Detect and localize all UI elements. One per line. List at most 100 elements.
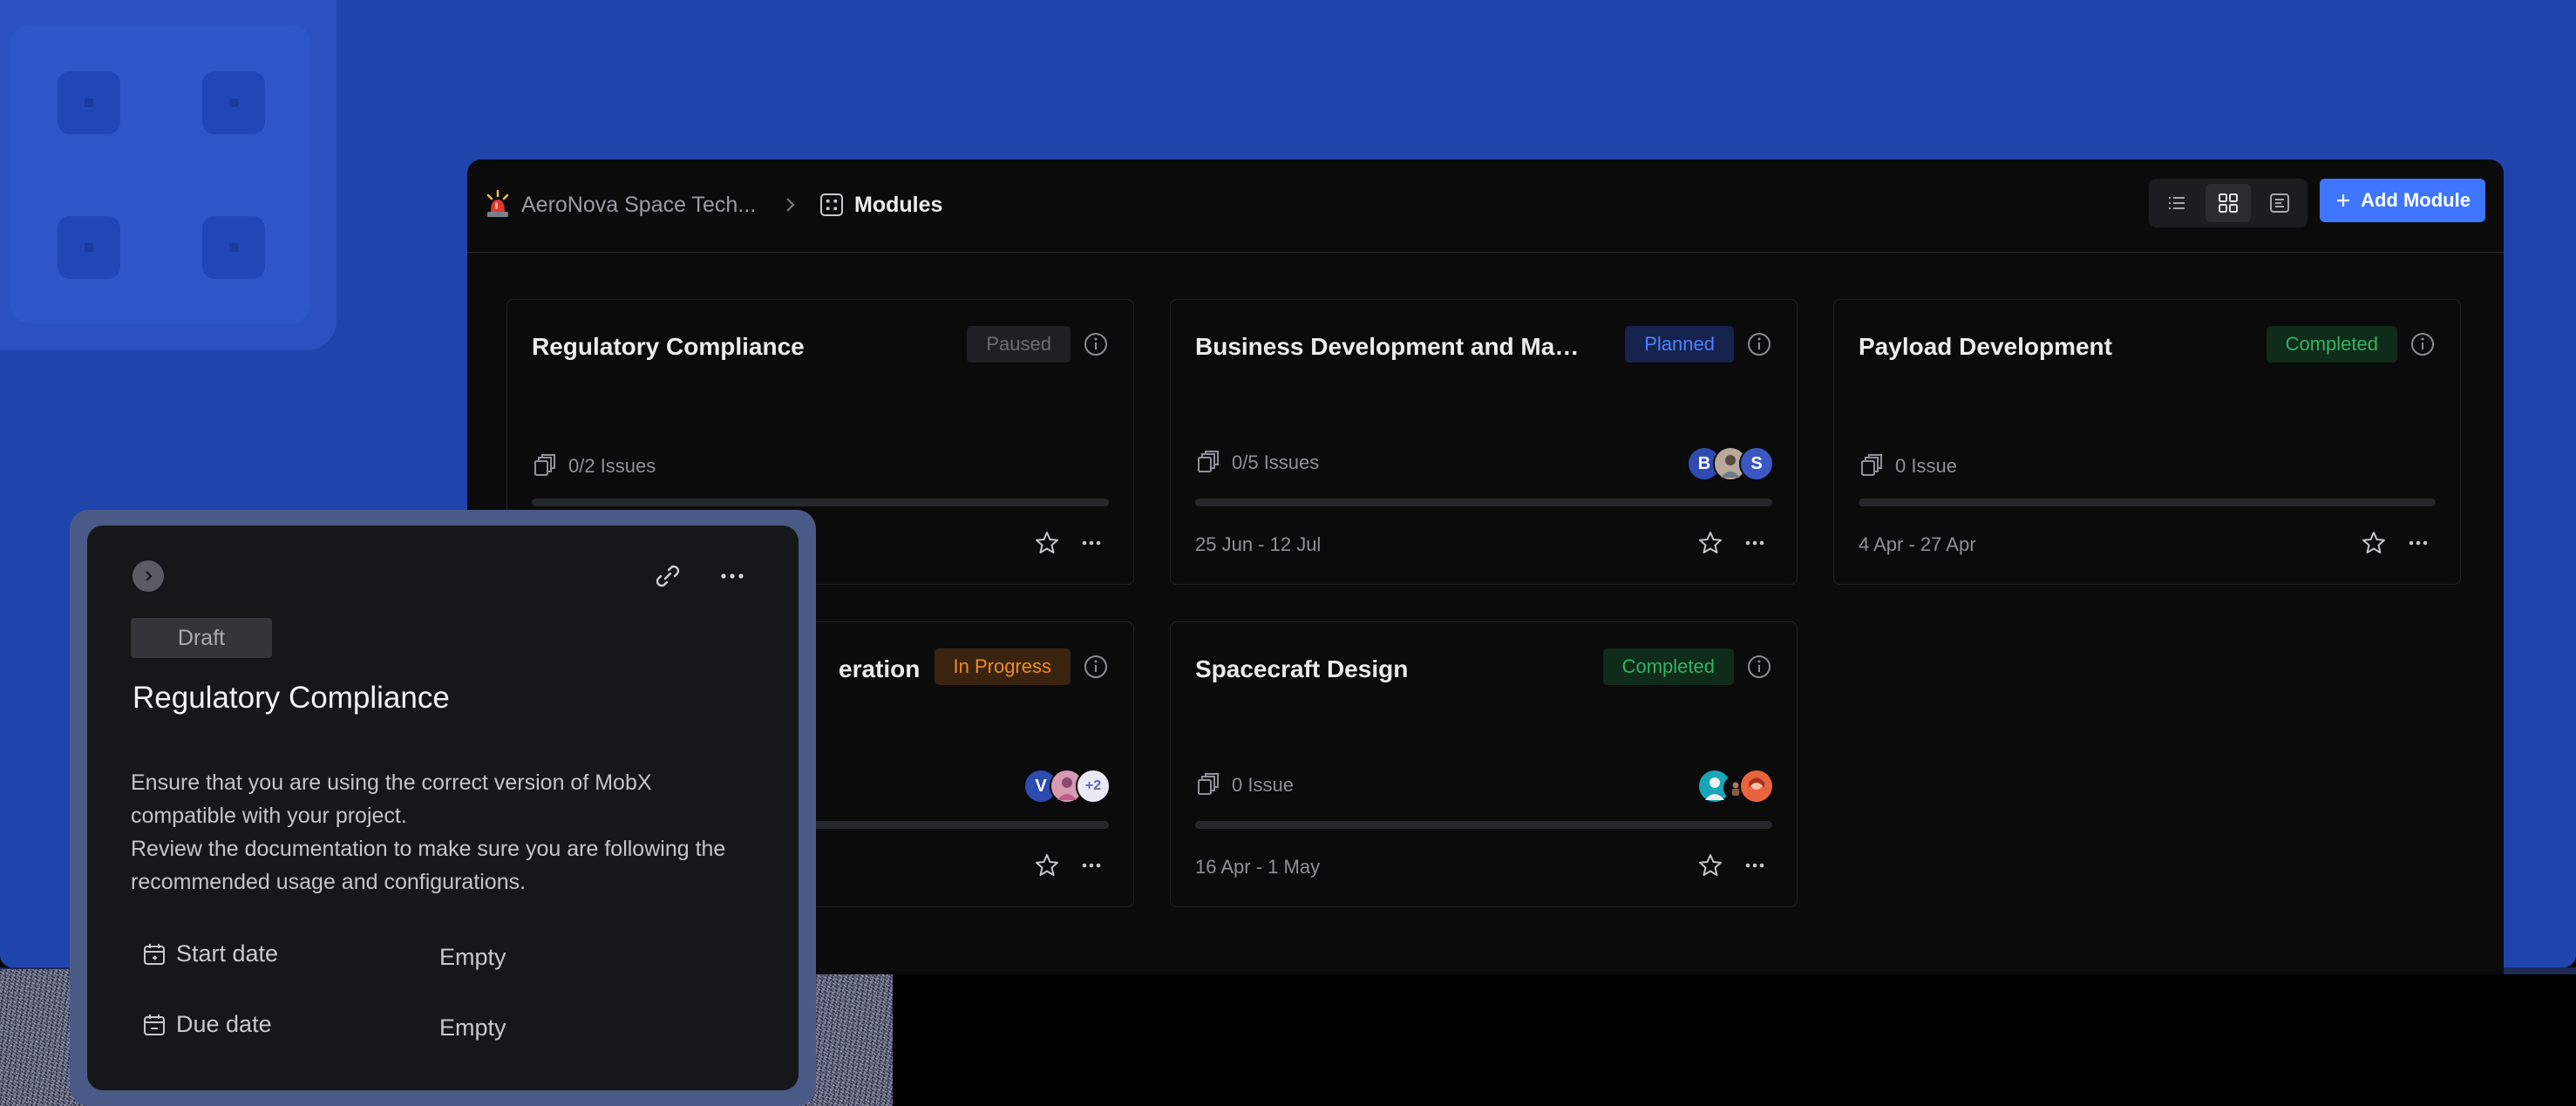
decorative-square bbox=[58, 216, 120, 279]
description-line: recommended usage and configurations. bbox=[131, 870, 527, 894]
module-title[interactable]: Regulatory Compliance bbox=[532, 329, 805, 364]
date-range[interactable]: 16 Apr - 1 May bbox=[1195, 856, 1320, 879]
issues-count: 0/2 Issues bbox=[532, 453, 656, 479]
module-card[interactable]: Payload Development Completed 0 Issue 4 … bbox=[1833, 299, 2461, 585]
date-range[interactable]: 4 Apr - 27 Apr bbox=[1859, 533, 1976, 556]
status-badge[interactable]: Completed bbox=[1602, 648, 1734, 685]
more-icon[interactable] bbox=[1743, 853, 1767, 878]
module-card[interactable]: Spacecraft Design Completed 0 Issue 16 A… bbox=[1170, 621, 1798, 907]
issues-label: 0 Issue bbox=[1895, 455, 1957, 477]
card-actions bbox=[1034, 852, 1104, 879]
calendar-icon bbox=[144, 943, 165, 965]
list-layout-button[interactable] bbox=[2154, 184, 2199, 222]
card-actions bbox=[1697, 530, 1767, 556]
header: AeroNova Space Tech... Modules Add Modul… bbox=[467, 159, 2504, 253]
star-icon[interactable] bbox=[1034, 530, 1060, 556]
progress-bar bbox=[532, 499, 1109, 506]
decorative-square bbox=[58, 71, 120, 134]
description-line: compatible with your project. bbox=[131, 804, 407, 828]
card-actions bbox=[1697, 852, 1767, 879]
issues-label: 0 Issue bbox=[1232, 774, 1294, 796]
issues-count: 0 Issue bbox=[1859, 453, 1957, 479]
member-avatars[interactable]: B S bbox=[1687, 446, 1774, 481]
chevron-right-icon bbox=[146, 571, 153, 581]
start-date-label: Start date bbox=[176, 940, 279, 967]
start-date-value[interactable]: Empty bbox=[439, 944, 506, 971]
card-actions bbox=[2361, 530, 2430, 556]
peek-title[interactable]: Regulatory Compliance bbox=[133, 681, 450, 716]
list-icon bbox=[2169, 197, 2185, 209]
module-peek-panel: Draft Regulatory Compliance Ensure that … bbox=[87, 526, 799, 1090]
layout-switcher bbox=[2149, 179, 2308, 227]
close-peek-button[interactable] bbox=[133, 560, 164, 592]
modules-icon bbox=[820, 193, 843, 216]
breadcrumb-project[interactable]: AeroNova Space Tech... bbox=[521, 189, 756, 221]
star-icon[interactable] bbox=[2361, 530, 2387, 556]
more-icon[interactable] bbox=[1743, 531, 1767, 555]
status-dropdown[interactable]: Draft bbox=[131, 618, 272, 658]
description-line: Review the documentation to make sure yo… bbox=[131, 837, 726, 861]
progress-bar bbox=[1859, 499, 2436, 506]
more-icon[interactable] bbox=[1079, 853, 1104, 878]
issues-count: 0/5 Issues bbox=[1195, 450, 1319, 476]
more-icon[interactable] bbox=[715, 559, 750, 594]
avatar: S bbox=[1739, 446, 1774, 481]
link-icon[interactable] bbox=[650, 559, 685, 594]
add-module-label: Add Module bbox=[2361, 189, 2471, 211]
avatar-photo bbox=[1739, 769, 1774, 804]
due-date-value[interactable]: Empty bbox=[439, 1014, 506, 1042]
due-date-label: Due date bbox=[176, 1011, 272, 1037]
status-badge[interactable]: Completed bbox=[2266, 326, 2397, 363]
more-icon[interactable] bbox=[1079, 531, 1104, 555]
page-title: Modules bbox=[854, 193, 943, 217]
progress-bar bbox=[1195, 821, 1772, 829]
star-icon[interactable] bbox=[1697, 852, 1723, 879]
plus-icon bbox=[2337, 194, 2350, 207]
layers-icon bbox=[1198, 773, 1219, 795]
info-icon[interactable] bbox=[1746, 331, 1772, 357]
avatar-more: +2 bbox=[1076, 769, 1111, 804]
info-icon[interactable] bbox=[1083, 654, 1109, 680]
card-actions bbox=[1034, 530, 1104, 556]
module-title[interactable]: Spacecraft Design bbox=[1195, 652, 1408, 687]
date-range[interactable]: 25 Jun - 12 Jul bbox=[1195, 533, 1321, 556]
siren-icon bbox=[486, 189, 509, 217]
layers-icon bbox=[1861, 454, 1882, 476]
issues-count: 0 Issue bbox=[1195, 772, 1294, 798]
layers-icon bbox=[1198, 451, 1219, 472]
info-icon[interactable] bbox=[1746, 654, 1772, 680]
decorative-modules-icon bbox=[0, 0, 336, 350]
status-badge[interactable]: Planned bbox=[1625, 326, 1734, 363]
status-badge[interactable]: In Progress bbox=[934, 648, 1071, 685]
add-module-button[interactable]: Add Module bbox=[2320, 179, 2485, 222]
peek-description[interactable]: Ensure that you are using the correct ve… bbox=[131, 766, 776, 899]
issues-label: 0/5 Issues bbox=[1232, 451, 1320, 473]
member-avatars[interactable]: V +2 bbox=[1023, 769, 1111, 804]
gallery-layout-button[interactable] bbox=[2206, 184, 2251, 222]
more-icon[interactable] bbox=[2406, 531, 2430, 555]
timeline-icon bbox=[2270, 193, 2289, 213]
layers-icon bbox=[534, 454, 555, 476]
chevron-right-icon bbox=[786, 198, 795, 212]
status-badge[interactable]: Paused bbox=[967, 326, 1071, 363]
star-icon[interactable] bbox=[1697, 530, 1723, 556]
star-icon[interactable] bbox=[1034, 852, 1060, 879]
module-title[interactable]: Payload Development bbox=[1859, 329, 2112, 364]
decorative-square bbox=[202, 216, 265, 279]
timeline-layout-button[interactable] bbox=[2257, 184, 2302, 222]
member-avatars[interactable] bbox=[1697, 769, 1774, 804]
info-icon[interactable] bbox=[2409, 331, 2436, 357]
info-icon[interactable] bbox=[1083, 331, 1109, 357]
issues-label: 0/2 Issues bbox=[568, 455, 656, 477]
module-title[interactable]: eration bbox=[839, 652, 920, 687]
module-title[interactable]: Business Development and Mark... bbox=[1195, 329, 1587, 364]
person-photo-icon bbox=[1749, 777, 1764, 790]
due-date-property: Due date bbox=[141, 1011, 272, 1038]
grid-icon bbox=[2219, 193, 2238, 213]
description-line: Ensure that you are using the correct ve… bbox=[131, 770, 652, 795]
start-date-property: Start date bbox=[141, 940, 278, 967]
progress-bar bbox=[1195, 499, 1772, 506]
decorative-square bbox=[202, 71, 265, 134]
module-card[interactable]: Business Development and Mark... Planned… bbox=[1170, 299, 1798, 585]
calendar-icon bbox=[144, 1014, 165, 1035]
